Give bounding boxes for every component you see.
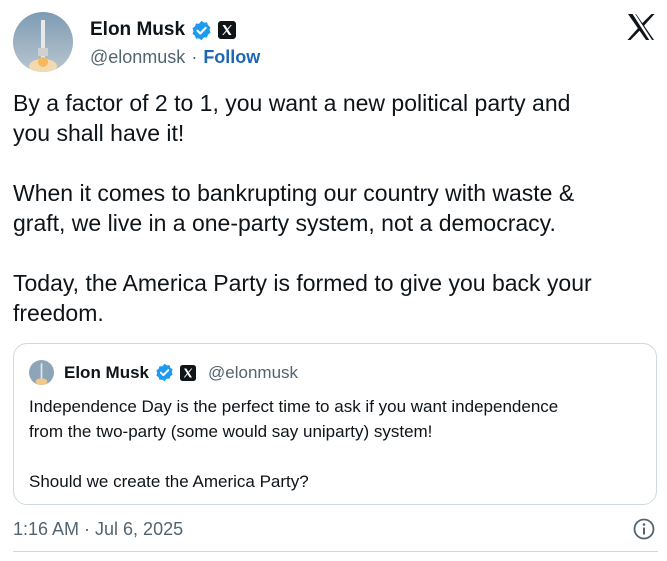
tweet-header: Elon Musk @elonmusk · Follow (13, 12, 653, 72)
verified-badge-icon (191, 20, 212, 41)
quoted-tweet-header: Elon Musk @elonmusk (29, 360, 298, 385)
verified-badge-icon (155, 363, 174, 382)
quoted-avatar (29, 360, 54, 385)
x-logo-icon[interactable] (626, 12, 656, 42)
quoted-author-handle: @elonmusk (208, 362, 299, 382)
author-name[interactable]: Elon Musk (90, 19, 185, 41)
author-handle[interactable]: @elonmusk (90, 47, 185, 68)
author-name-row: Elon Musk (90, 19, 237, 41)
quoted-author-name: Elon Musk (64, 362, 150, 382)
separator-dot: · (191, 47, 198, 67)
quoted-tweet[interactable]: Elon Musk @elonmusk Independence Day is … (13, 343, 657, 505)
divider (13, 551, 658, 552)
tweet-text: By a factor of 2 to 1, you want a new po… (13, 90, 592, 326)
info-icon[interactable] (632, 517, 656, 541)
avatar[interactable] (13, 12, 73, 72)
timestamp[interactable]: 1:16 AM · Jul 6, 2025 (13, 519, 183, 540)
tweet-footer: 1:16 AM · Jul 6, 2025 (13, 517, 658, 543)
quoted-tweet-text: Independence Day is the perfect time to … (29, 397, 559, 491)
x-affiliation-icon (180, 364, 197, 381)
author-handle-row: @elonmusk · Follow (90, 47, 260, 68)
follow-button[interactable]: Follow (203, 47, 260, 68)
x-affiliation-icon (218, 21, 237, 39)
tweet-card: Elon Musk @elonmusk · Follow By a factor… (0, 0, 667, 561)
